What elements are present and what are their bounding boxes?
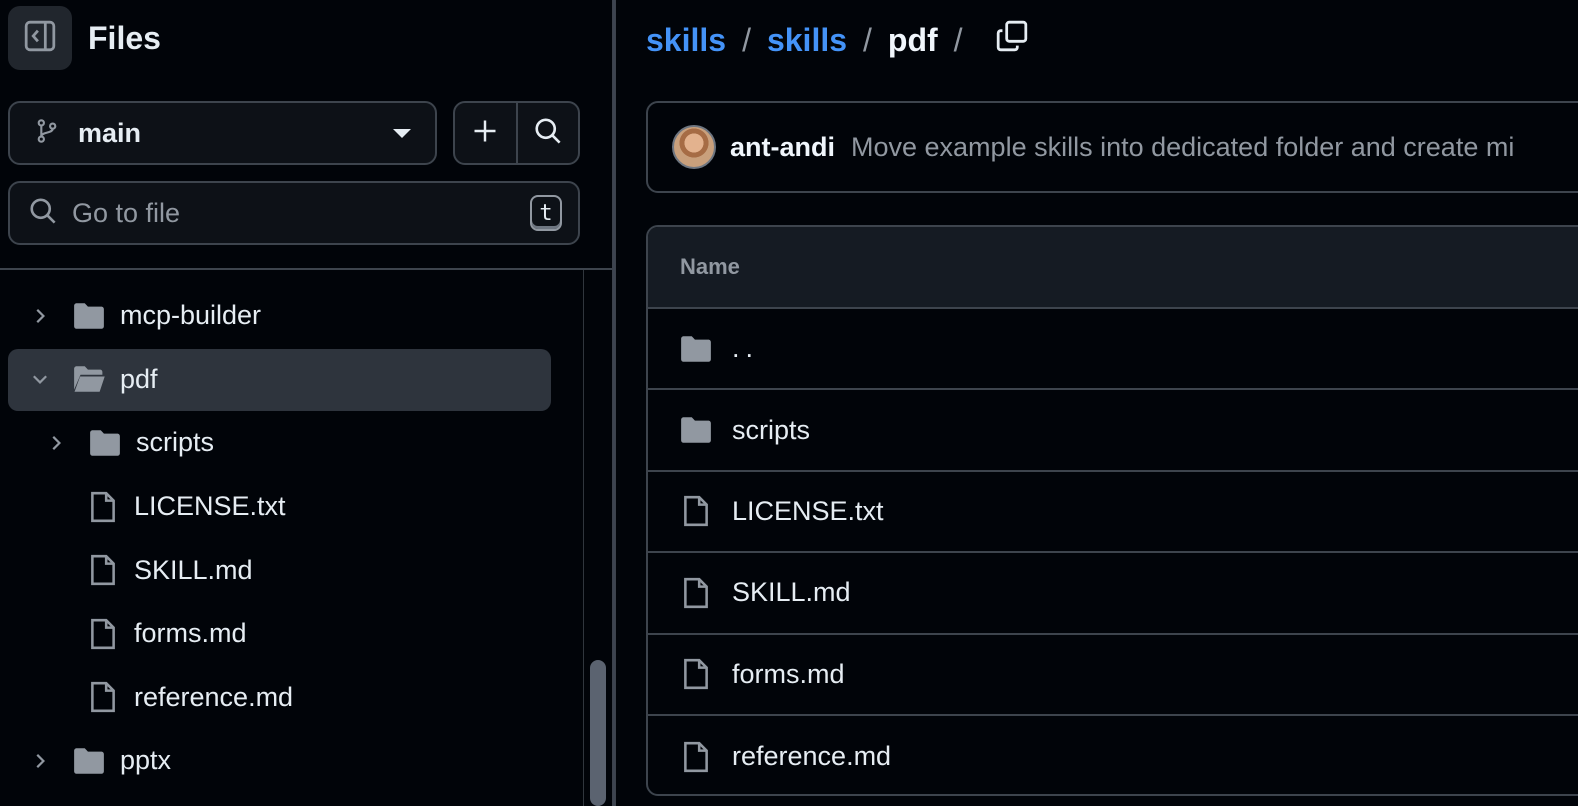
tree-item-label: LICENSE.txt bbox=[134, 491, 286, 522]
file-name[interactable]: reference.md bbox=[732, 741, 891, 772]
chevron-right-icon[interactable] bbox=[28, 749, 52, 773]
copy-path-button[interactable] bbox=[992, 18, 1032, 58]
tree-item-pdf[interactable]: pdf bbox=[0, 348, 580, 412]
breadcrumb-separator: / bbox=[863, 21, 872, 58]
plus-icon bbox=[471, 117, 499, 150]
sidebar-collapse-icon bbox=[23, 19, 57, 58]
tree-item-label: pptx bbox=[120, 745, 172, 776]
file-icon bbox=[86, 553, 120, 587]
folder-icon bbox=[72, 744, 106, 778]
commit-author[interactable]: ant-andi bbox=[730, 132, 835, 163]
sidebar-action-group bbox=[453, 101, 580, 165]
search-code-button[interactable] bbox=[515, 103, 579, 163]
file-icon bbox=[86, 680, 120, 714]
breadcrumb-separator: / bbox=[953, 21, 963, 58]
keyboard-shortcut-badge: t bbox=[530, 195, 562, 231]
tree-item-license[interactable]: LICENSE.txt bbox=[0, 475, 580, 539]
tree-item-label: SKILL.md bbox=[134, 554, 253, 585]
breadcrumb-separator: / bbox=[742, 21, 751, 58]
file-name[interactable]: scripts bbox=[732, 415, 810, 446]
chevron-right-icon[interactable] bbox=[28, 304, 52, 328]
breadcrumb-link-folder[interactable]: skills bbox=[767, 22, 847, 59]
table-row-parent-directory[interactable]: .. bbox=[648, 309, 1578, 391]
file-icon bbox=[678, 575, 714, 611]
file-table: Name .. scripts LICENSE.txt SKILL.md for… bbox=[646, 225, 1578, 796]
add-file-button[interactable] bbox=[455, 103, 516, 163]
tree-item-label: reference.md bbox=[134, 681, 294, 712]
table-header: Name bbox=[648, 227, 1578, 309]
table-row[interactable]: SKILL.md bbox=[648, 553, 1578, 635]
tree-item-mcp-builder[interactable]: mcp-builder bbox=[0, 284, 580, 348]
folder-icon bbox=[678, 331, 714, 367]
file-icon bbox=[678, 493, 714, 529]
tree-item-label: scripts bbox=[136, 427, 215, 458]
sidebar-header: Files bbox=[8, 6, 161, 70]
table-row[interactable]: scripts bbox=[648, 390, 1578, 472]
table-row[interactable]: reference.md bbox=[648, 716, 1578, 794]
breadcrumb: skills / skills / pdf / bbox=[646, 18, 979, 62]
tree-scrollbar-thumb[interactable] bbox=[590, 660, 606, 806]
file-name[interactable]: forms.md bbox=[732, 659, 845, 690]
tree-item-reference-md[interactable]: reference.md bbox=[0, 666, 580, 730]
latest-commit-bar: ant-andi Move example skills into dedica… bbox=[646, 101, 1578, 193]
commit-message[interactable]: Move example skills into dedicated folde… bbox=[851, 132, 1514, 163]
table-row[interactable]: LICENSE.txt bbox=[648, 472, 1578, 554]
file-name[interactable]: LICENSE.txt bbox=[732, 496, 884, 527]
folder-icon bbox=[72, 299, 106, 333]
sidebar-resize-line bbox=[613, 0, 615, 806]
file-name[interactable]: .. bbox=[732, 333, 759, 364]
branch-name: main bbox=[78, 117, 142, 148]
file-icon bbox=[86, 490, 120, 524]
tree-item-forms-md[interactable]: forms.md bbox=[0, 602, 580, 666]
tree-item-pptx[interactable]: pptx bbox=[0, 729, 580, 793]
tree-item-label: pdf bbox=[120, 363, 158, 394]
chevron-down-icon bbox=[393, 128, 411, 138]
go-to-file-field[interactable]: t bbox=[8, 181, 580, 245]
file-name[interactable]: SKILL.md bbox=[732, 577, 851, 608]
breadcrumb-current: pdf bbox=[887, 21, 938, 58]
tree-item-label: mcp-builder bbox=[120, 300, 262, 331]
file-icon bbox=[678, 739, 714, 775]
search-icon bbox=[28, 196, 58, 231]
avatar[interactable] bbox=[672, 125, 716, 169]
sidebar-title: Files bbox=[88, 19, 161, 56]
file-tree: mcp-builder pdf scripts LICENSE.txt SKIL… bbox=[0, 284, 580, 793]
go-to-file-input[interactable] bbox=[72, 197, 530, 229]
column-header-name: Name bbox=[680, 254, 740, 279]
collapse-sidebar-button[interactable] bbox=[8, 6, 72, 70]
file-tree-sidebar: Files main Go to file t mcp-builder pdf … bbox=[0, 0, 612, 806]
folder-icon bbox=[88, 426, 122, 460]
breadcrumb-link-repo[interactable]: skills bbox=[646, 22, 726, 59]
file-icon bbox=[86, 617, 120, 651]
chevron-right-icon[interactable] bbox=[44, 431, 68, 455]
tree-item-label: forms.md bbox=[134, 618, 247, 649]
tree-item-scripts[interactable]: scripts bbox=[0, 411, 580, 475]
main-content: skills / skills / pdf / ant-andi Move ex… bbox=[616, 0, 1578, 806]
divider bbox=[0, 268, 612, 270]
branch-selector[interactable]: main bbox=[8, 101, 437, 165]
folder-icon bbox=[678, 412, 714, 448]
file-icon bbox=[678, 656, 714, 692]
chevron-down-icon[interactable] bbox=[28, 367, 52, 391]
folder-open-icon bbox=[72, 362, 106, 396]
table-row[interactable]: forms.md bbox=[648, 635, 1578, 716]
search-icon bbox=[533, 116, 563, 151]
git-branch-icon bbox=[34, 115, 60, 152]
copy-icon bbox=[995, 19, 1029, 58]
tree-item-skill-md[interactable]: SKILL.md bbox=[0, 538, 580, 602]
